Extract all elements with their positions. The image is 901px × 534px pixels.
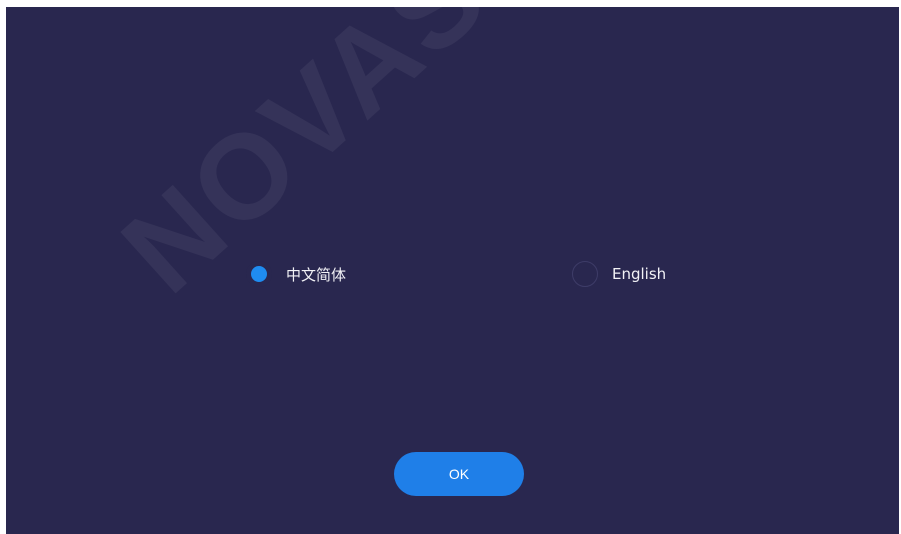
language-option-label: 中文简体: [286, 265, 347, 284]
ok-button[interactable]: OK: [394, 452, 524, 496]
radio-unchecked-icon[interactable]: [572, 261, 598, 287]
language-option-chinese[interactable]: 中文简体: [246, 261, 346, 287]
language-selection-screen: NOVASTAR TE 中文简体 English OK: [6, 7, 899, 534]
watermark: NOVASTAR TE: [96, 7, 847, 320]
radio-checked-icon[interactable]: [246, 261, 272, 287]
language-option-english[interactable]: English: [572, 261, 666, 287]
language-option-label: English: [612, 265, 667, 283]
